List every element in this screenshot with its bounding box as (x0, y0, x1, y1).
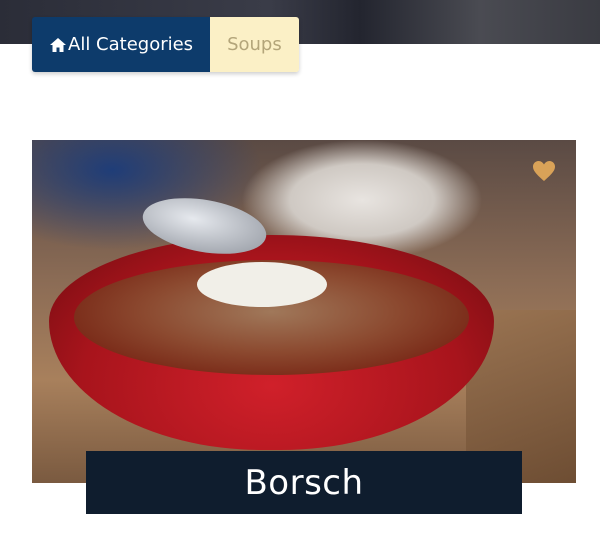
breadcrumb-all-categories[interactable]: All Categories (32, 17, 211, 72)
breadcrumb-home-label: All Categories (68, 34, 194, 55)
cream-decor (197, 262, 327, 307)
heart-icon[interactable] (532, 160, 556, 182)
breadcrumb: All Categories Soups (32, 17, 299, 72)
recipe-title: Borsch (244, 462, 364, 503)
home-icon (50, 37, 66, 52)
recipe-photo[interactable] (32, 140, 576, 483)
breadcrumb-current: Soups (210, 17, 299, 72)
recipe-title-box: Borsch (86, 451, 522, 514)
